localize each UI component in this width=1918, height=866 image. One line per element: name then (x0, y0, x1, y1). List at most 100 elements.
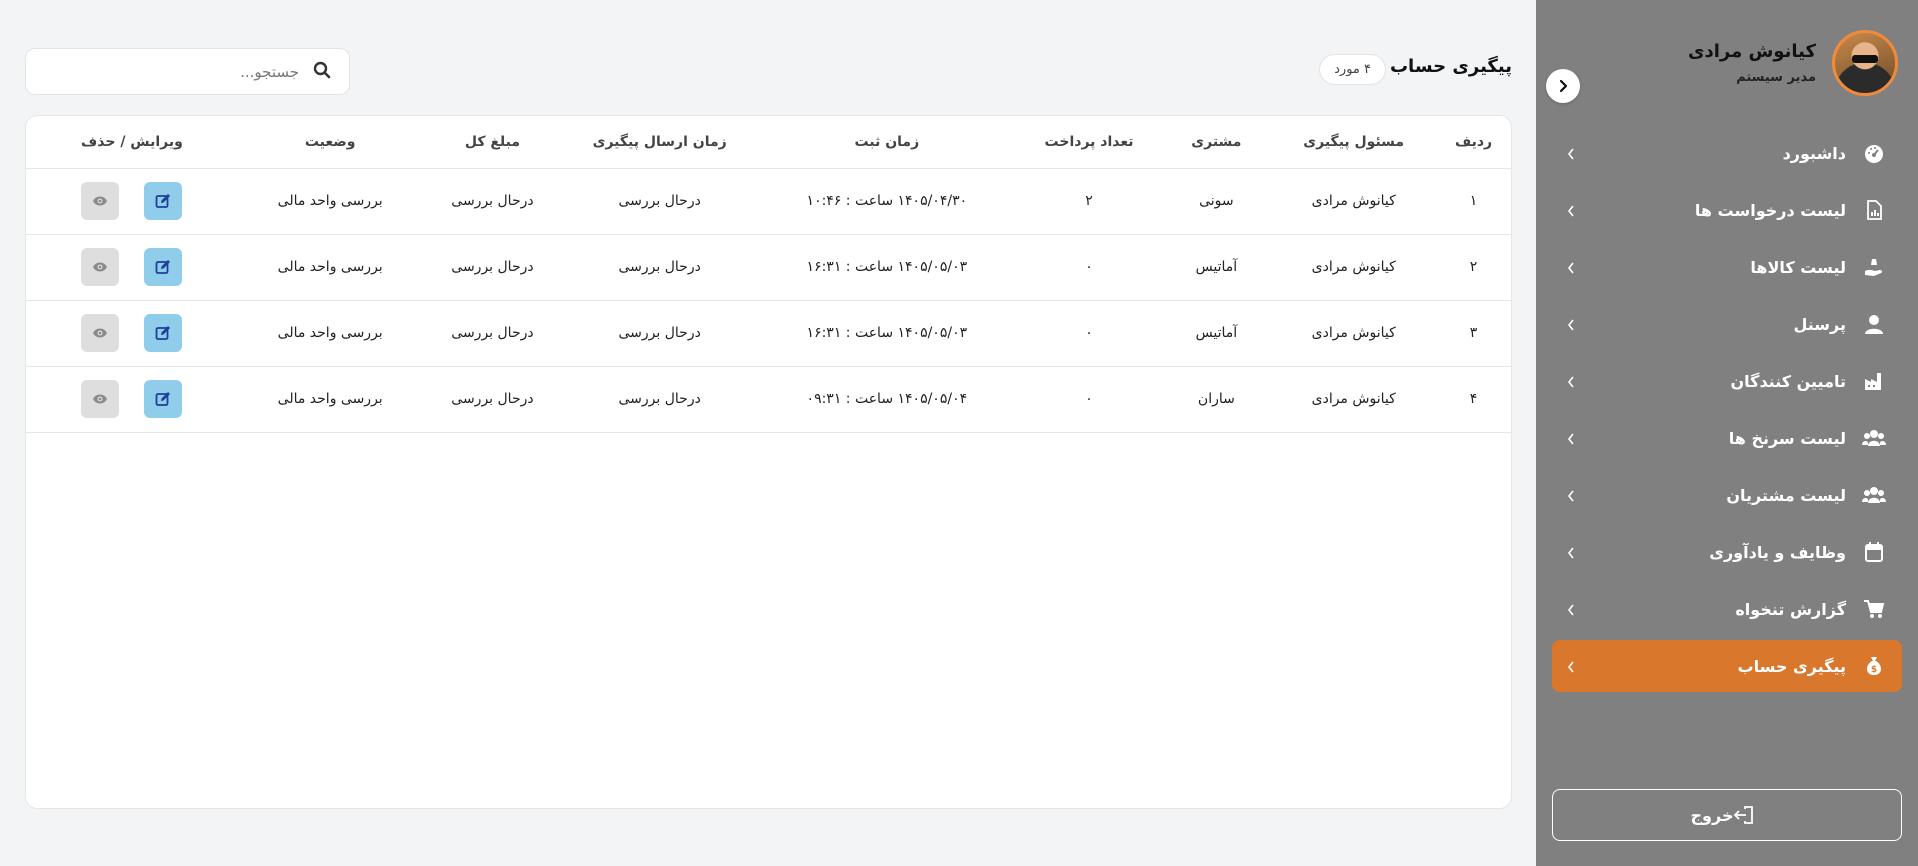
view-button[interactable] (81, 182, 120, 220)
column-header-row-number[interactable]: ردیف (1436, 116, 1511, 169)
column-header-sent[interactable]: زمان ارسال پیگیری (562, 116, 758, 169)
chevron-left-icon (1566, 431, 1576, 450)
cell-payments: ۰ (1085, 391, 1093, 407)
sidebar-item-customers[interactable]: لیست مشتریان (1552, 469, 1902, 521)
eye-icon (93, 262, 108, 272)
logout-label: خروج (1690, 805, 1734, 825)
eye-icon (93, 328, 108, 338)
column-header-amount[interactable]: مبلغ کل (422, 116, 563, 169)
cell-payments: ۰ (1085, 259, 1093, 275)
cell-customer: آماتیس (1195, 259, 1238, 275)
search-icon[interactable] (313, 61, 331, 83)
sidebar-item-products[interactable]: لیست کالاها (1552, 241, 1902, 293)
sidebar-item-label: لیست کالاها (1750, 257, 1846, 277)
search-input[interactable] (59, 62, 299, 81)
chevron-left-icon (1566, 317, 1576, 336)
chevron-left-icon (1566, 146, 1576, 165)
user-icon (1862, 312, 1886, 336)
cell-owner: کیانوش مرادی (1311, 193, 1396, 209)
sidebar-item-petty-cash[interactable]: گزارش تنخواه (1552, 583, 1902, 635)
cell-status: بررسی واحد مالی (277, 325, 383, 341)
column-header-owner[interactable]: مسئول پیگیری (1271, 116, 1437, 169)
column-header-customer[interactable]: مشتری (1161, 116, 1272, 169)
avatar[interactable] (1832, 30, 1898, 96)
cell-owner: کیانوش مرادی (1311, 325, 1396, 341)
table-row[interactable]: ۳ کیانوش مرادی آماتیس ۰ ۱۴۰۵/۰۵/۰۳ ساعت … (26, 300, 1511, 366)
cell-owner: کیانوش مرادی (1311, 391, 1396, 407)
cell-row-number: ۴ (1469, 391, 1478, 407)
sidebar: کیانوش مرادی مدیر سیستم داشبورد لیست درخ… (1536, 0, 1918, 866)
chevron-left-icon (1566, 374, 1576, 393)
hand-holding-icon (1862, 255, 1886, 279)
chevron-left-icon (1566, 203, 1576, 222)
cell-row-number: ۲ (1469, 259, 1478, 275)
edit-button[interactable] (144, 380, 183, 418)
edit-button[interactable] (144, 314, 183, 352)
sidebar-item-label: داشبورد (1782, 143, 1846, 163)
cell-sent: درحال بررسی (618, 193, 701, 209)
sidebar-item-label: تامیین کنندگان (1730, 371, 1846, 391)
chevron-left-icon (1566, 488, 1576, 507)
cell-customer: سونی (1199, 193, 1234, 209)
sidebar-item-tasks[interactable]: وظایف و یادآوری (1552, 526, 1902, 578)
cell-amount: درحال بررسی (451, 325, 534, 341)
table-row[interactable]: ۱ کیانوش مرادی سونی ۲ ۱۴۰۵/۰۴/۳۰ ساعت : … (26, 168, 1511, 234)
edit-button[interactable] (144, 248, 183, 286)
edit-icon (156, 392, 171, 406)
cell-row-number: ۳ (1469, 325, 1478, 341)
cell-registered: ۱۴۰۵/۰۵/۰۴ ساعت : ۰۹:۳۱ (806, 391, 968, 407)
column-header-payments[interactable]: تعداد پرداخت (1016, 116, 1162, 169)
chevron-left-icon (1566, 545, 1576, 564)
cell-actions (26, 168, 238, 234)
logout-icon (1733, 806, 1754, 824)
sidebar-item-personnel[interactable]: پرسنل (1552, 298, 1902, 350)
sidebar-item-leads[interactable]: لیست سرنخ ها (1552, 412, 1902, 464)
sidebar-item-requests[interactable]: لیست درخواست ها (1552, 184, 1902, 236)
sidebar-item-label: پرسنل (1793, 314, 1846, 334)
page-title: پیگیری حساب (1389, 56, 1512, 77)
chevron-left-icon (1566, 260, 1576, 279)
sidebar-item-account-tracking[interactable]: $ پیگیری حساب (1552, 640, 1902, 692)
sidebar-item-label: لیست سرنخ ها (1728, 428, 1846, 448)
edit-icon (156, 326, 171, 340)
cell-sent: درحال بررسی (618, 259, 701, 275)
money-bag-icon: $ (1862, 654, 1886, 678)
column-header-status[interactable]: وضعیت (237, 116, 423, 169)
cell-customer: آماتیس (1195, 325, 1238, 341)
cell-status: بررسی واحد مالی (277, 259, 383, 275)
cell-actions (26, 234, 238, 300)
search-box (25, 48, 350, 95)
data-table-card: ردیف مسئول پیگیری مشتری تعداد پرداخت زما… (25, 115, 1512, 809)
cell-amount: درحال بررسی (451, 193, 534, 209)
cell-payments: ۰ (1085, 325, 1093, 341)
table-row[interactable]: ۲ کیانوش مرادی آماتیس ۰ ۱۴۰۵/۰۵/۰۳ ساعت … (26, 234, 1511, 300)
column-header-registered[interactable]: زمان ثبت (757, 116, 1017, 169)
sidebar-item-suppliers[interactable]: تامیین کنندگان (1552, 355, 1902, 407)
cell-sent: درحال بررسی (618, 325, 701, 341)
factory-icon (1862, 369, 1886, 393)
eye-icon (93, 394, 108, 404)
view-button[interactable] (81, 248, 120, 286)
sidebar-collapse-button[interactable] (1546, 69, 1580, 103)
account-tracking-table: ردیف مسئول پیگیری مشتری تعداد پرداخت زما… (26, 116, 1511, 433)
cell-registered: ۱۴۰۵/۰۵/۰۳ ساعت : ۱۶:۳۱ (806, 259, 968, 275)
document-chart-icon (1862, 198, 1886, 222)
view-button[interactable] (81, 380, 120, 418)
user-profile: کیانوش مرادی مدیر سیستم (1688, 30, 1898, 96)
edit-button[interactable] (144, 182, 183, 220)
column-header-actions: ویرایش / حذف (26, 116, 238, 169)
sidebar-item-label: گزارش تنخواه (1735, 599, 1846, 619)
cell-actions (26, 366, 238, 432)
sidebar-item-dashboard[interactable]: داشبورد (1552, 127, 1902, 179)
table-row[interactable]: ۴ کیانوش مرادی ساران ۰ ۱۴۰۵/۰۵/۰۴ ساعت :… (26, 366, 1511, 432)
cell-customer: ساران (1197, 391, 1235, 407)
view-button[interactable] (81, 314, 120, 352)
sidebar-item-label: وظایف و یادآوری (1709, 542, 1846, 562)
sidebar-item-label: لیست درخواست ها (1694, 200, 1846, 220)
cell-actions (26, 300, 238, 366)
chevron-right-icon (1559, 79, 1568, 93)
user-role: مدیر سیستم (1736, 70, 1816, 85)
logout-button[interactable]: خروج (1552, 789, 1902, 841)
users-icon (1862, 426, 1886, 450)
cell-owner: کیانوش مرادی (1311, 259, 1396, 275)
